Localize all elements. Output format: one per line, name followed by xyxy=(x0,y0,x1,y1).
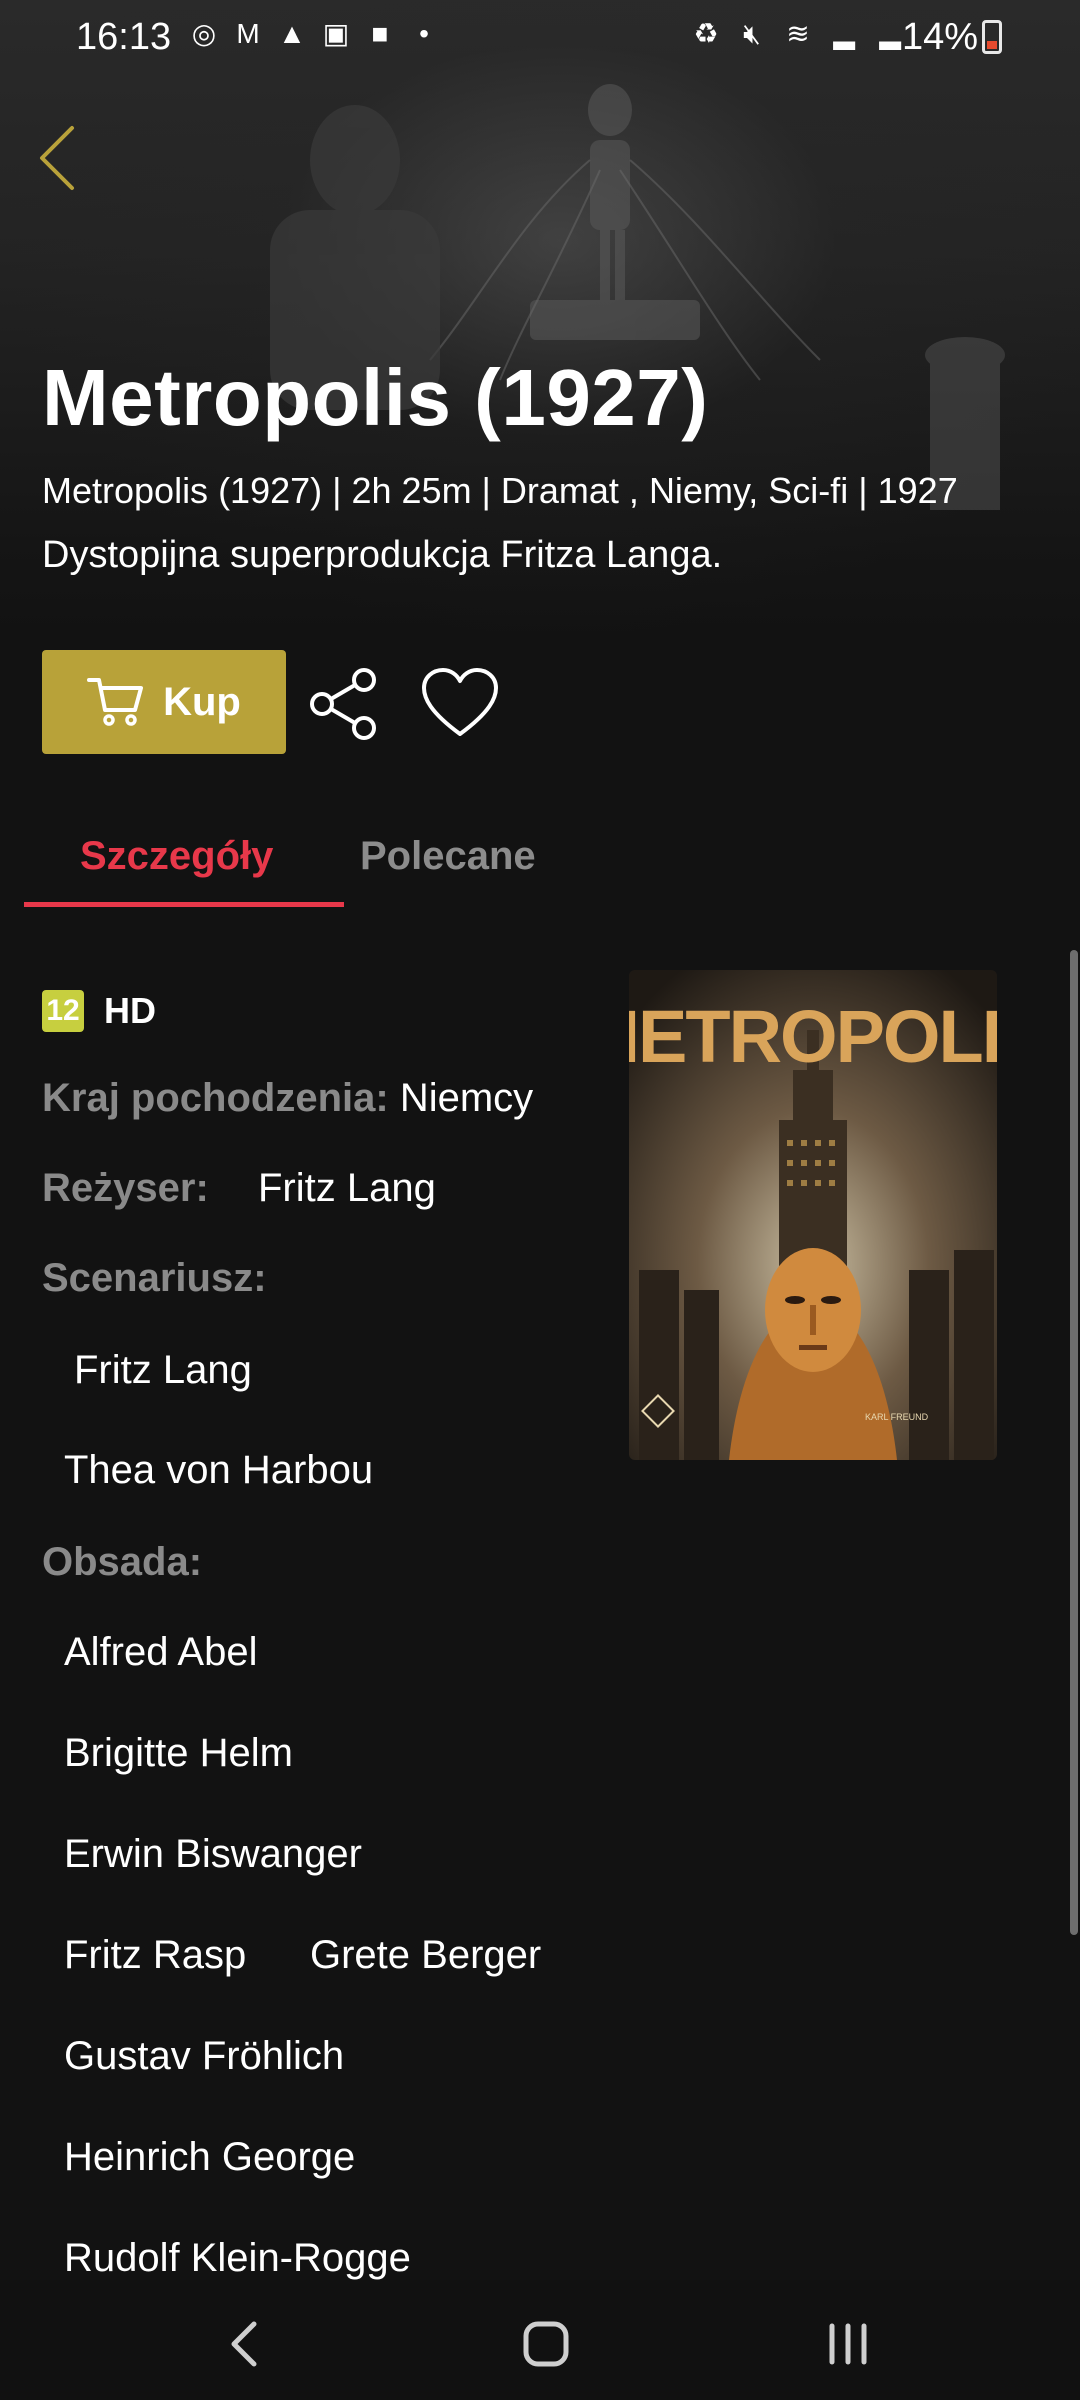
hd-badge: HD xyxy=(104,990,156,1031)
cast-label: Obsada: xyxy=(42,1540,203,1584)
poster-title: METROPOLIS xyxy=(629,995,997,1078)
buy-label: Kup xyxy=(163,679,241,724)
status-time: 16:13 xyxy=(76,16,172,58)
badges: 12 HD xyxy=(42,990,156,1032)
share-icon xyxy=(310,668,376,740)
poster-artwork: METROPOLIS KARL FREUND xyxy=(629,970,997,1460)
battery-saver-icon: ♻ xyxy=(693,18,719,49)
sync-icon: ◎ xyxy=(191,18,217,49)
age-rating-badge: 12 xyxy=(42,990,84,1032)
video-icon: ■ xyxy=(371,18,389,49)
status-bar: 16:13 ◎ M ▲ ▣ ■ • ♻ 🔇︎ ≋ ▂ ▂ 14% xyxy=(0,0,1080,76)
scrollbar[interactable] xyxy=(1070,950,1078,1935)
country-row: Kraj pochodzenia: Niemcy xyxy=(42,1076,533,1121)
director-label: Reżyser: xyxy=(42,1166,209,1210)
tab-recommended[interactable]: Polecane xyxy=(360,834,536,879)
wifi-icon: ≋ xyxy=(786,18,810,49)
movie-title: Metropolis (1927) xyxy=(42,353,709,442)
nav-back-icon xyxy=(231,2321,257,2367)
active-tab-indicator xyxy=(24,902,344,907)
cast-item[interactable]: Alfred Abel xyxy=(64,1630,257,1675)
nav-recents-icon xyxy=(829,2323,867,2365)
buy-button[interactable]: Kup xyxy=(42,650,286,754)
nav-home-button[interactable] xyxy=(506,2304,586,2384)
writers-label: Scenariusz: xyxy=(42,1256,267,1300)
country-label: Kraj pochodzenia: xyxy=(42,1076,389,1120)
cast-item[interactable]: Gustav Fröhlich xyxy=(64,2034,344,2079)
cast-item[interactable]: Rudolf Klein-Rogge xyxy=(64,2236,411,2281)
signal-icon: ▂ xyxy=(833,18,855,49)
movie-description: Dystopijna superprodukcja Fritza Langa. xyxy=(42,534,723,576)
movie-poster: METROPOLIS KARL FREUND xyxy=(629,970,997,1460)
writers-row: Scenariusz: xyxy=(42,1256,267,1301)
chevron-left-icon xyxy=(40,126,74,190)
tab-bar: Szczegóły Polecane xyxy=(24,820,1056,910)
cast-item[interactable]: Erwin Biswanger xyxy=(64,1832,362,1877)
mute-icon: 🔇︎ xyxy=(743,18,761,49)
share-button[interactable] xyxy=(306,666,382,742)
gmail-icon: M xyxy=(236,18,260,49)
heart-icon xyxy=(422,668,498,736)
director-row: Reżyser: xyxy=(42,1166,209,1211)
nav-recents-button[interactable] xyxy=(808,2304,888,2384)
calendar-icon: ▣ xyxy=(322,18,350,49)
nav-home-icon xyxy=(523,2321,569,2367)
warning-icon: ▲ xyxy=(278,18,306,49)
notification-icons: ◎ M ▲ ▣ ■ • xyxy=(188,18,440,50)
favorite-button[interactable] xyxy=(420,666,500,742)
movie-meta: Metropolis (1927) | 2h 25m | Dramat , Ni… xyxy=(42,470,958,511)
director-value[interactable]: Fritz Lang xyxy=(258,1166,436,1211)
writer-item[interactable]: Fritz Lang xyxy=(74,1348,252,1393)
back-button[interactable] xyxy=(34,118,94,198)
system-nav-bar xyxy=(0,2280,1080,2400)
cast-item[interactable]: Fritz Rasp xyxy=(64,1933,246,1978)
writer-item[interactable]: Thea von Harbou xyxy=(64,1448,373,1493)
battery-icon xyxy=(982,20,1002,54)
cast-row: Obsada: xyxy=(42,1540,202,1585)
tab-details[interactable]: Szczegóły xyxy=(80,834,273,879)
battery-percent: 14% xyxy=(902,16,979,58)
cast-item[interactable]: Heinrich George xyxy=(64,2135,355,2180)
cast-item[interactable]: Brigitte Helm xyxy=(64,1731,293,1776)
country-value: Niemcy xyxy=(399,1076,534,1120)
nav-back-button[interactable] xyxy=(206,2304,286,2384)
poster-credit: KARL FREUND xyxy=(865,1412,929,1422)
more-notifications-icon: • xyxy=(419,18,429,49)
cast-item[interactable]: Grete Berger xyxy=(310,1933,541,1978)
cart-icon xyxy=(87,678,144,726)
system-icons: ♻ 🔇︎ ≋ ▂ ▂ xyxy=(690,18,906,50)
